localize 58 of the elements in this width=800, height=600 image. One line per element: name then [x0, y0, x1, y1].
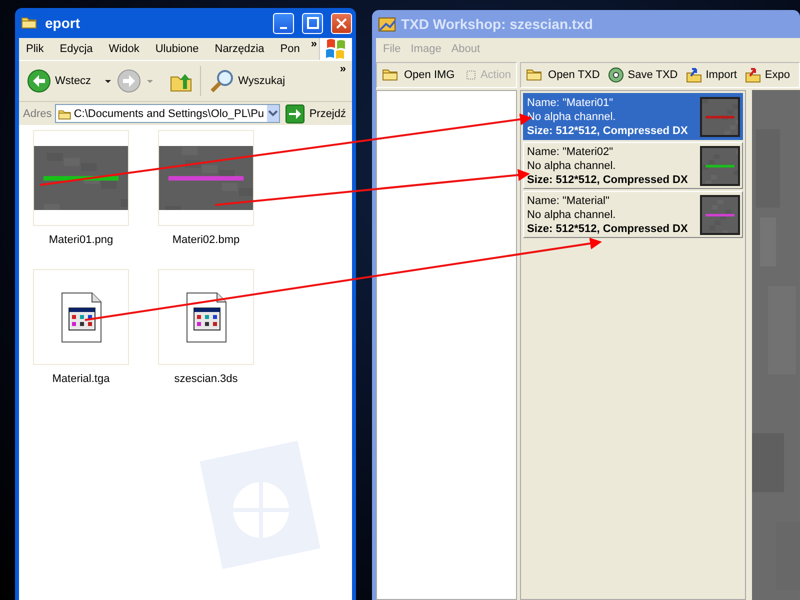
- overflow-chevron[interactable]: »: [340, 61, 346, 75]
- caret-icon: [268, 110, 278, 117]
- menu-item[interactable]: Pon: [273, 43, 309, 55]
- file-thumbnail[interactable]: [158, 130, 254, 226]
- export-button[interactable]: Expo: [744, 66, 791, 84]
- texture-name: Name: "Material": [527, 194, 610, 208]
- file-name[interactable]: szescian.3ds: [174, 373, 238, 385]
- app-icon: [378, 16, 396, 32]
- caret-icon[interactable]: [105, 80, 112, 82]
- minimize-icon: [280, 26, 287, 28]
- maximize-button[interactable]: [302, 12, 323, 34]
- file-thumbnail[interactable]: [33, 130, 129, 226]
- document-icon: [186, 292, 226, 342]
- menu-item[interactable]: Narzędzia: [208, 43, 274, 55]
- file-name[interactable]: Materi01.png: [48, 234, 114, 246]
- file-name[interactable]: Materi02.bmp: [172, 234, 240, 246]
- close-icon: [335, 16, 348, 30]
- menu-item[interactable]: Widok: [102, 43, 148, 55]
- dropdown-button[interactable]: [267, 105, 280, 122]
- flag-logo-icon: [324, 36, 348, 62]
- texture-size: Size: 512*512, Compressed DX: [527, 222, 688, 236]
- address-field[interactable]: C:\Documents and Settings\Olo_PL\Pu: [54, 104, 280, 123]
- file-thumbnail[interactable]: [33, 269, 129, 365]
- texture-item[interactable]: Name: "Material" No alpha channel. Size: 512*512, Compressed DX: [523, 191, 744, 238]
- window-title: eport: [45, 15, 81, 31]
- open-button[interactable]: Open IMG: [381, 66, 456, 84]
- texture-alpha: No alpha channel.: [527, 158, 617, 172]
- minimize-button[interactable]: [273, 12, 294, 34]
- close-button[interactable]: [331, 12, 352, 34]
- back-icon[interactable]: [27, 69, 51, 93]
- import-button[interactable]: Import: [684, 66, 738, 84]
- disc-icon[interactable]: [608, 67, 624, 83]
- maximize-icon: [306, 17, 318, 29]
- menu-item[interactable]: Ulubione: [148, 43, 208, 55]
- go-button[interactable]: Przejdź: [283, 104, 348, 124]
- file-name[interactable]: Material.tga: [52, 373, 110, 385]
- import-icon[interactable]: [686, 67, 702, 83]
- search-button[interactable]: Wyszukaj: [208, 67, 288, 95]
- texture-name: Name: "Materi02": [527, 144, 614, 158]
- menu-item[interactable]: Plik: [19, 43, 53, 55]
- dotted-icon: [466, 70, 476, 80]
- overflow-chevron[interactable]: »: [308, 38, 319, 50]
- texture-size: Size: 512*512, Compressed DX: [527, 172, 688, 186]
- file-thumbnail[interactable]: [158, 269, 254, 365]
- address-label: Adres: [23, 108, 52, 120]
- search-icon[interactable]: [210, 69, 234, 93]
- back-button[interactable]: Wstecz: [25, 67, 102, 95]
- texture-name: Name: "Materi01": [527, 96, 614, 110]
- menu-item[interactable]: Edycja: [52, 43, 102, 55]
- export-icon[interactable]: [744, 67, 761, 83]
- save-button[interactable]: Save TXD: [606, 66, 679, 84]
- open-button[interactable]: Open TXD: [525, 66, 601, 84]
- go-icon[interactable]: [285, 104, 306, 124]
- texture-alpha: No alpha channel.: [527, 208, 617, 222]
- document-icon: [60, 292, 102, 342]
- texture-item[interactable]: Name: "Materi02" No alpha channel. Size: 512*512, Compressed DX: [523, 142, 744, 189]
- texture-size: Size: 512*512, Compressed DX: [527, 124, 688, 138]
- window-title: TXD Workshop: szescian.txd: [401, 16, 593, 32]
